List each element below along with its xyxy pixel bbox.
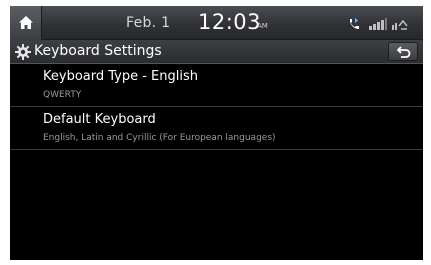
back-arrow-icon <box>397 46 411 58</box>
bluetooth-phone-icon <box>347 16 361 35</box>
clock-time: 12:03 <box>198 10 262 34</box>
back-button[interactable] <box>388 42 418 61</box>
list-item-value: QWERTY <box>43 90 82 100</box>
head-unit-display: Feb. 1 12:03 AM Keyboard Settings Keyboa… <box>10 6 423 260</box>
list-item-label: Keyboard Type - English <box>43 69 198 84</box>
title-bar: Keyboard Settings <box>10 40 423 64</box>
list-item-value: English, Latin and Cyrillic (For Europea… <box>43 133 276 143</box>
home-button[interactable] <box>10 6 42 40</box>
page-title: Keyboard Settings <box>34 43 162 59</box>
date-display: Feb. 1 <box>126 15 171 31</box>
clock-ampm: AM <box>257 22 268 30</box>
home-icon <box>19 16 33 29</box>
status-bar: Feb. 1 12:03 AM <box>10 6 423 40</box>
screen: Feb. 1 12:03 AM Keyboard Settings Keyboa… <box>0 0 431 265</box>
signal-icon <box>369 16 387 35</box>
network-icon <box>391 16 409 35</box>
list-item-keyboard-type[interactable]: Keyboard Type - English QWERTY <box>10 65 423 107</box>
list-item-default-keyboard[interactable]: Default Keyboard English, Latin and Cyri… <box>10 108 423 150</box>
list-item-label: Default Keyboard <box>43 112 156 127</box>
gear-icon <box>15 44 31 64</box>
